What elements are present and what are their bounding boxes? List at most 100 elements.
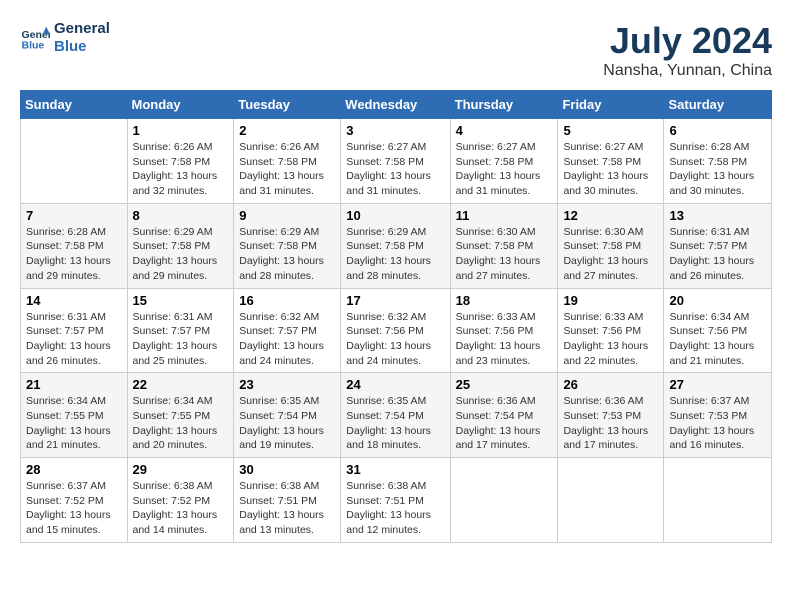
calendar-cell: 15 Sunrise: 6:31 AMSunset: 7:57 PMDayligh…	[127, 288, 234, 373]
weekday-header: Monday	[127, 91, 234, 119]
day-detail: Sunrise: 6:29 AMSunset: 7:58 PMDaylight:…	[346, 225, 444, 284]
calendar-cell: 22 Sunrise: 6:34 AMSunset: 7:55 PMDayligh…	[127, 373, 234, 458]
day-number: 22	[133, 377, 229, 392]
calendar-cell: 24Sunrise: 6:35 AMSunset: 7:54 PMDayligh…	[341, 373, 450, 458]
calendar-week-row: 21Sunrise: 6:34 AMSunset: 7:55 PMDayligh…	[21, 373, 772, 458]
day-detail: Sunrise: 6:32 AMSunset: 7:56 PMDaylight:…	[346, 310, 444, 369]
day-number: 7	[26, 208, 122, 223]
day-number: 27	[669, 377, 766, 392]
day-detail: Sunrise: 6:34 AMSunset: 7:56 PMDaylight:…	[669, 310, 766, 369]
calendar-cell	[558, 458, 664, 543]
day-detail: Sunrise: 6:31 AMSunset: 7:57 PMDaylight:…	[133, 310, 229, 369]
day-number: 30	[239, 462, 335, 477]
day-number: 12	[563, 208, 658, 223]
title-block: July 2024 Nansha, Yunnan, China	[603, 20, 772, 80]
day-detail: Sunrise: 6:28 AMSunset: 7:58 PMDaylight:…	[26, 225, 122, 284]
calendar-cell: 27 Sunrise: 6:37 AMSunset: 7:53 PMDayligh…	[664, 373, 772, 458]
calendar-week-row: 14 Sunrise: 6:31 AMSunset: 7:57 PMDayligh…	[21, 288, 772, 373]
day-detail: Sunrise: 6:26 AMSunset: 7:58 PMDaylight:…	[239, 140, 335, 199]
calendar-cell: 3Sunrise: 6:27 AMSunset: 7:58 PMDaylight…	[341, 119, 450, 204]
day-detail: Sunrise: 6:37 AMSunset: 7:52 PMDaylight:…	[26, 479, 122, 538]
day-number: 10	[346, 208, 444, 223]
day-detail: Sunrise: 6:30 AMSunset: 7:58 PMDaylight:…	[456, 225, 553, 284]
day-number: 15	[133, 293, 229, 308]
calendar-cell: 12 Sunrise: 6:30 AMSunset: 7:58 PMDayligh…	[558, 203, 664, 288]
svg-text:Blue: Blue	[22, 40, 45, 52]
weekday-header: Sunday	[21, 91, 128, 119]
day-number: 29	[133, 462, 229, 477]
calendar-cell: 25Sunrise: 6:36 AMSunset: 7:54 PMDayligh…	[450, 373, 558, 458]
logo: General Blue General Blue	[20, 20, 110, 56]
day-detail: Sunrise: 6:33 AMSunset: 7:56 PMDaylight:…	[563, 310, 658, 369]
weekday-header-row: SundayMondayTuesdayWednesdayThursdayFrid…	[21, 91, 772, 119]
calendar-cell: 9Sunrise: 6:29 AMSunset: 7:58 PMDaylight…	[234, 203, 341, 288]
calendar-cell: 11 Sunrise: 6:30 AMSunset: 7:58 PMDayligh…	[450, 203, 558, 288]
day-number: 11	[456, 208, 553, 223]
day-number: 17	[346, 293, 444, 308]
day-detail: Sunrise: 6:38 AMSunset: 7:51 PMDaylight:…	[346, 479, 444, 538]
day-detail: Sunrise: 6:36 AMSunset: 7:53 PMDaylight:…	[563, 394, 658, 453]
calendar-cell: 2 Sunrise: 6:26 AMSunset: 7:58 PMDaylight…	[234, 119, 341, 204]
day-detail: Sunrise: 6:34 AMSunset: 7:55 PMDaylight:…	[26, 394, 122, 453]
day-number: 19	[563, 293, 658, 308]
day-detail: Sunrise: 6:33 AMSunset: 7:56 PMDaylight:…	[456, 310, 553, 369]
calendar-cell	[450, 458, 558, 543]
calendar-cell	[21, 119, 128, 204]
day-number: 18	[456, 293, 553, 308]
page-header: General Blue General Blue July 2024 Nans…	[20, 20, 772, 80]
day-detail: Sunrise: 6:38 AMSunset: 7:51 PMDaylight:…	[239, 479, 335, 538]
day-number: 14	[26, 293, 122, 308]
day-number: 16	[239, 293, 335, 308]
day-detail: Sunrise: 6:37 AMSunset: 7:53 PMDaylight:…	[669, 394, 766, 453]
day-number: 1	[133, 123, 229, 138]
calendar-cell	[664, 458, 772, 543]
calendar-week-row: 7 Sunrise: 6:28 AMSunset: 7:58 PMDaylight…	[21, 203, 772, 288]
day-detail: Sunrise: 6:35 AMSunset: 7:54 PMDaylight:…	[346, 394, 444, 453]
day-number: 3	[346, 123, 444, 138]
day-number: 8	[133, 208, 229, 223]
weekday-header: Saturday	[664, 91, 772, 119]
calendar-cell: 16 Sunrise: 6:32 AMSunset: 7:57 PMDayligh…	[234, 288, 341, 373]
day-detail: Sunrise: 6:27 AMSunset: 7:58 PMDaylight:…	[563, 140, 658, 199]
weekday-header: Tuesday	[234, 91, 341, 119]
day-detail: Sunrise: 6:29 AMSunset: 7:58 PMDaylight:…	[133, 225, 229, 284]
day-detail: Sunrise: 6:38 AMSunset: 7:52 PMDaylight:…	[133, 479, 229, 538]
calendar-cell: 18 Sunrise: 6:33 AMSunset: 7:56 PMDayligh…	[450, 288, 558, 373]
day-number: 4	[456, 123, 553, 138]
day-detail: Sunrise: 6:32 AMSunset: 7:57 PMDaylight:…	[239, 310, 335, 369]
calendar-cell: 17 Sunrise: 6:32 AMSunset: 7:56 PMDayligh…	[341, 288, 450, 373]
day-number: 5	[563, 123, 658, 138]
calendar-table: SundayMondayTuesdayWednesdayThursdayFrid…	[20, 90, 772, 543]
day-number: 26	[563, 377, 658, 392]
month-year: July 2024	[603, 20, 772, 62]
calendar-cell: 6 Sunrise: 6:28 AMSunset: 7:58 PMDaylight…	[664, 119, 772, 204]
day-number: 13	[669, 208, 766, 223]
weekday-header: Friday	[558, 91, 664, 119]
day-detail: Sunrise: 6:27 AMSunset: 7:58 PMDaylight:…	[456, 140, 553, 199]
logo-icon: General Blue	[20, 23, 50, 53]
calendar-cell: 20Sunrise: 6:34 AMSunset: 7:56 PMDayligh…	[664, 288, 772, 373]
day-detail: Sunrise: 6:30 AMSunset: 7:58 PMDaylight:…	[563, 225, 658, 284]
day-number: 6	[669, 123, 766, 138]
day-detail: Sunrise: 6:36 AMSunset: 7:54 PMDaylight:…	[456, 394, 553, 453]
calendar-cell: 19 Sunrise: 6:33 AMSunset: 7:56 PMDayligh…	[558, 288, 664, 373]
calendar-cell: 29 Sunrise: 6:38 AMSunset: 7:52 PMDayligh…	[127, 458, 234, 543]
day-number: 28	[26, 462, 122, 477]
day-detail: Sunrise: 6:26 AMSunset: 7:58 PMDaylight:…	[133, 140, 229, 199]
weekday-header: Wednesday	[341, 91, 450, 119]
day-detail: Sunrise: 6:34 AMSunset: 7:55 PMDaylight:…	[133, 394, 229, 453]
day-detail: Sunrise: 6:28 AMSunset: 7:58 PMDaylight:…	[669, 140, 766, 199]
calendar-cell: 14 Sunrise: 6:31 AMSunset: 7:57 PMDayligh…	[21, 288, 128, 373]
weekday-header: Thursday	[450, 91, 558, 119]
logo-general: General	[54, 20, 110, 38]
day-detail: Sunrise: 6:35 AMSunset: 7:54 PMDaylight:…	[239, 394, 335, 453]
day-number: 2	[239, 123, 335, 138]
calendar-cell: 31Sunrise: 6:38 AMSunset: 7:51 PMDayligh…	[341, 458, 450, 543]
day-number: 9	[239, 208, 335, 223]
calendar-cell: 23Sunrise: 6:35 AMSunset: 7:54 PMDayligh…	[234, 373, 341, 458]
calendar-week-row: 28 Sunrise: 6:37 AMSunset: 7:52 PMDayligh…	[21, 458, 772, 543]
calendar-cell: 1 Sunrise: 6:26 AMSunset: 7:58 PMDaylight…	[127, 119, 234, 204]
location: Nansha, Yunnan, China	[603, 62, 772, 80]
calendar-cell: 7 Sunrise: 6:28 AMSunset: 7:58 PMDaylight…	[21, 203, 128, 288]
day-detail: Sunrise: 6:31 AMSunset: 7:57 PMDaylight:…	[26, 310, 122, 369]
